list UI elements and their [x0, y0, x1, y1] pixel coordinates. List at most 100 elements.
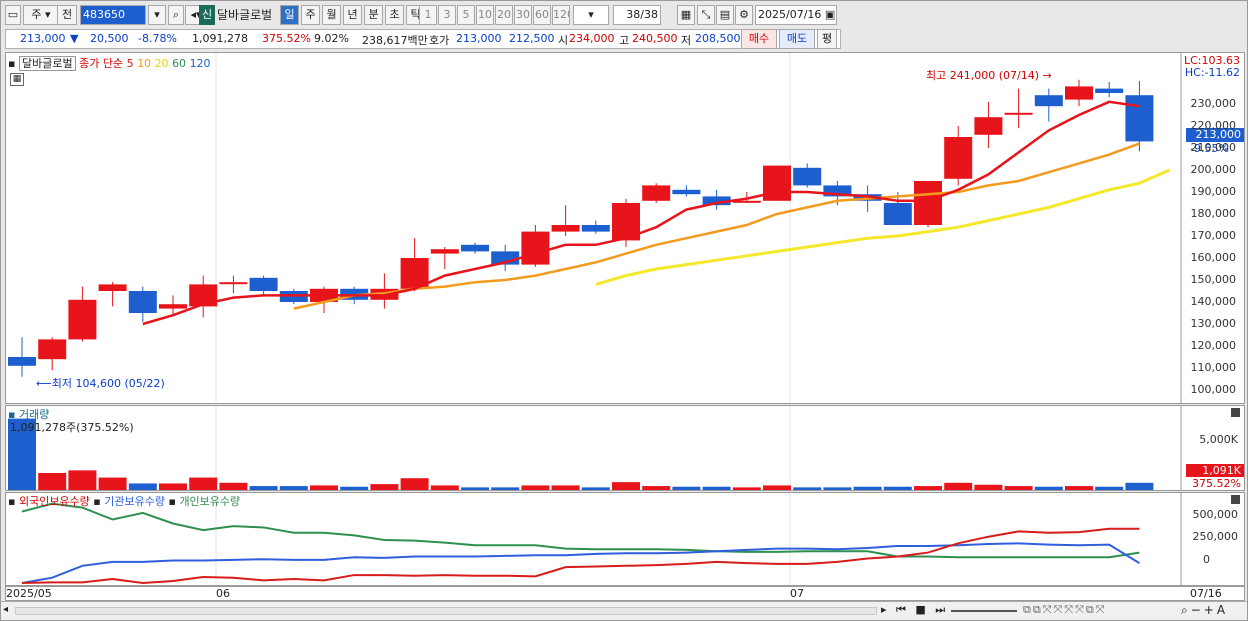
volume-bar [98, 477, 127, 490]
interval-30[interactable]: 30 [514, 5, 532, 25]
interval-3[interactable]: 3 [438, 5, 456, 25]
interval-120[interactable]: 120 [552, 5, 570, 25]
x-axis: 2025/05 06 07 07/16 [5, 586, 1245, 601]
interval-5[interactable]: 5 [457, 5, 475, 25]
high-note-text: 최고 241,000 (07/14) [926, 69, 1040, 82]
legend-individual: 개인보유수량 [179, 495, 241, 508]
buy-button[interactable]: 매수 [741, 29, 777, 49]
holding-ytick-0: 0 [1203, 553, 1210, 566]
volume-bar [732, 487, 761, 490]
tab-timeframe-5[interactable]: 초 [385, 5, 404, 25]
avg-button[interactable]: 평 [817, 29, 837, 49]
ma-periods: 5 10 20 60 120 [127, 57, 211, 70]
gear-icon[interactable]: ⚙ [735, 5, 753, 25]
price-ytick: 120,000 [1190, 339, 1237, 352]
tab-timeframe-1[interactable]: 주 [301, 5, 320, 25]
candle-body [98, 284, 127, 291]
candle-body [38, 339, 67, 360]
candle-body [1065, 86, 1093, 100]
holding-ytick-250k: 250,000 [1192, 530, 1239, 543]
panel-menu-icon[interactable]: ▪ [8, 57, 15, 70]
save-icon[interactable]: ▤ [716, 5, 734, 25]
close-panel-icon[interactable] [1231, 495, 1240, 504]
open-label: 시 [558, 34, 569, 47]
price-ytick: 150,000 [1190, 273, 1237, 286]
search-icon[interactable]: ⌕ [168, 5, 184, 25]
calendar-icon: ▣ [824, 8, 836, 21]
ma5-line [142, 100, 1140, 326]
volume-bar [521, 485, 550, 490]
volume-bar [461, 487, 489, 490]
count-field[interactable]: 38/38 [613, 5, 661, 25]
price-legend: ▪ 달바글로벌 종가 단순 5 10 20 60 120 [8, 55, 211, 71]
prev-button[interactable]: 전 [57, 5, 77, 25]
candle-body [763, 165, 791, 201]
volume-bar [38, 472, 67, 490]
x-label-jul: 07 [790, 587, 804, 600]
tab-timeframe-0[interactable]: 일 [280, 5, 299, 25]
draw-icon[interactable]: ⤡ [697, 5, 715, 25]
candle-body [1004, 112, 1033, 115]
ma-period-10: 10 [137, 57, 155, 70]
quote-volume-pct: 375.52% [262, 32, 311, 45]
candle-body [642, 185, 671, 201]
grid-icon[interactable]: ▦ [677, 5, 695, 25]
horizontal-scrollbar[interactable] [15, 607, 877, 615]
volume-tag-pct: 375.52% [1192, 477, 1241, 490]
candle-body [249, 277, 278, 291]
dropdown-icon[interactable]: ▾ [148, 5, 166, 25]
quote-bar: 213,000 ▼ 20,500 -8.78% 1,091,278 375.52… [5, 29, 841, 49]
high-annotation: 최고 241,000 (07/14) → [926, 69, 1052, 82]
volume-bar [974, 484, 1003, 490]
price-panel: ▪ 달바글로벌 종가 단순 5 10 20 60 120 ▦ LC:103.63… [5, 52, 1245, 404]
stock-code-input[interactable]: 483650 [80, 5, 146, 25]
price-panel-title: 달바글로벌 [18, 56, 76, 71]
close-panel-icon[interactable] [1231, 408, 1240, 417]
stock-name: 달바글로벌 [217, 8, 273, 22]
candle-body [1034, 95, 1063, 107]
playback-controls[interactable]: ▸ ⏮ ■ ⏭ [881, 603, 948, 617]
volume-bar [612, 482, 640, 490]
volume-bar [279, 486, 308, 490]
candle-body [581, 225, 610, 232]
price-ytick: 220,000 [1190, 119, 1237, 132]
price-ytick: 210,000 [1190, 141, 1237, 154]
interval-1[interactable]: 1 [419, 5, 437, 25]
tab-timeframe-2[interactable]: 월 [322, 5, 341, 25]
zoom-slider[interactable] [951, 610, 1017, 612]
candle-body [883, 203, 912, 225]
volume-bar [128, 483, 157, 490]
price-ytick: 190,000 [1190, 185, 1237, 198]
period-select[interactable]: 주 ▾ [23, 5, 59, 25]
date-value: 2025/07/16 [758, 8, 822, 21]
volume-ytick: 5,000K [1199, 433, 1238, 446]
calculator-icon[interactable]: ▦ [10, 73, 24, 86]
interval-60[interactable]: 60 [533, 5, 551, 25]
interval-20[interactable]: 20 [495, 5, 513, 25]
date-field[interactable]: 2025/07/16 ▣ [755, 5, 837, 25]
tab-timeframe-3[interactable]: 년 [343, 5, 362, 25]
window-menu-icon[interactable]: ▭ [5, 5, 21, 25]
volume-bar [823, 487, 852, 490]
hc-label: HC:-11.62 [1184, 66, 1240, 79]
quote-change-pct: -8.78% [138, 32, 177, 45]
tab-timeframe-4[interactable]: 분 [364, 5, 383, 25]
interval-10[interactable]: 10 [476, 5, 494, 25]
candle-body [8, 357, 36, 366]
bottom-toolbar: ◂ ▸ ⏮ ■ ⏭ ⧉⧉⤧⤧⤧⤧⧉⤧ ⌕−+A [1, 601, 1247, 620]
candle-body [793, 167, 822, 186]
holding-ytick-500k: 500,000 [1192, 508, 1239, 521]
volume-note: 1,091,278주(375.52%) [10, 421, 134, 434]
price-ytick: 230,000 [1190, 97, 1237, 110]
quote-price: 213,000 [20, 32, 66, 45]
scroll-left-icon[interactable]: ◂ [3, 604, 8, 615]
sell-button[interactable]: 매도 [779, 29, 815, 49]
volume-bar [883, 486, 912, 490]
volume-bar [340, 486, 369, 490]
candle-body [974, 117, 1003, 135]
tool-icons[interactable]: ⧉⧉⤧⤧⤧⤧⧉⤧ [1023, 603, 1107, 617]
quote-down-arrow: ▼ [70, 32, 79, 45]
zoom-icons[interactable]: ⌕−+A [1181, 603, 1228, 618]
interval-select[interactable]: ▾ [573, 5, 609, 25]
price-ytick: 130,000 [1190, 317, 1237, 330]
